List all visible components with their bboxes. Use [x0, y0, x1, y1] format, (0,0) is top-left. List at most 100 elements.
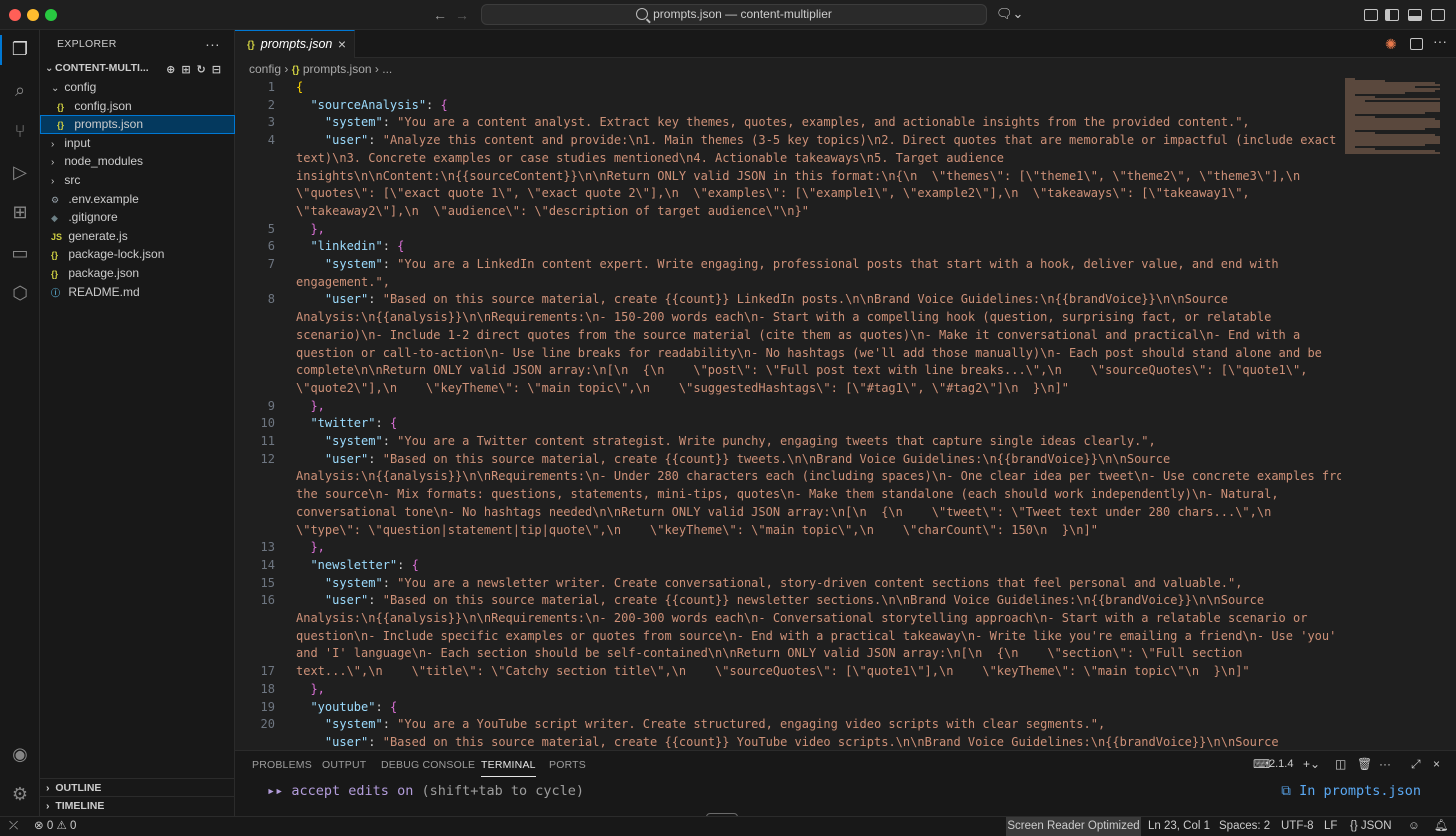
folder-item[interactable]: › input	[40, 134, 235, 153]
breadcrumb-folder[interactable]: config	[249, 62, 281, 76]
code-line[interactable]: insights\n\nContent:\n{{sourceContent}}\…	[296, 168, 1341, 186]
code-line[interactable]: the source\n- Mix formats: questions, st…	[296, 486, 1341, 504]
remote-icon[interactable]: ▭	[8, 241, 32, 265]
toggle-panel-icon[interactable]	[1408, 9, 1422, 21]
maximize-window-button[interactable]	[45, 9, 57, 21]
command-center-search[interactable]: prompts.json — content-multiplier	[481, 4, 987, 25]
code-line[interactable]: conversational tone\n- No hashtags neede…	[296, 504, 1341, 522]
panel-tab-output[interactable]: OUTPUT	[322, 759, 366, 771]
new-terminal-icon[interactable]: +⌄	[1303, 757, 1320, 771]
source-control-icon[interactable]: ⑂	[8, 119, 32, 143]
tab-prompts-json[interactable]: {} prompts.json ×	[235, 30, 355, 58]
screen-reader-status[interactable]: Screen Reader Optimized	[1006, 817, 1141, 836]
project-folder[interactable]: ⌄ CONTENT-MULTI... ⊕⊞↻⊟	[40, 59, 235, 78]
cursor-position[interactable]: Ln 23, Col 1	[1148, 817, 1210, 836]
code-line[interactable]: text)\n3. Concrete examples or case stud…	[296, 150, 1341, 168]
timeline-section[interactable]: › TIMELINE	[40, 796, 235, 814]
panel-tab-debug-console[interactable]: DEBUG CONSOLE	[381, 759, 475, 771]
code-line[interactable]: Analysis:\n{{analysis}}\n\nRequirements:…	[296, 468, 1341, 486]
extensions-icon[interactable]: ⊞	[8, 200, 32, 224]
indentation[interactable]: Spaces: 2	[1219, 817, 1270, 836]
code-line[interactable]: engagement.",	[296, 274, 1341, 292]
folder-item[interactable]: › src	[40, 171, 235, 190]
code-line[interactable]: Analysis:\n{{analysis}}\n\nRequirements:…	[296, 309, 1341, 327]
file-item[interactable]: {} package-lock.json	[40, 245, 235, 264]
split-terminal-icon[interactable]: ◫	[1335, 757, 1346, 771]
copilot-icon[interactable]: ☺	[1408, 817, 1420, 836]
settings-gear-icon[interactable]: ⚙	[8, 782, 32, 806]
file-item[interactable]: {} package.json	[40, 264, 235, 283]
more-actions-icon[interactable]: ···	[1379, 757, 1391, 771]
more-actions-icon[interactable]: ···	[205, 30, 220, 58]
file-item[interactable]: ⓘ README.md	[40, 283, 235, 302]
problems-indicator[interactable]: ⊗ 0 ⚠ 0	[34, 817, 76, 836]
run-debug-icon[interactable]: ▷	[8, 160, 32, 184]
end-of-line[interactable]: LF	[1324, 817, 1337, 836]
terminal-version[interactable]: 2.1.4	[1269, 758, 1293, 770]
code-line[interactable]: "system": "You are a newsletter writer. …	[296, 575, 1341, 593]
panel-tab-ports[interactable]: PORTS	[549, 759, 586, 771]
code-line[interactable]: "youtube": {	[296, 699, 1341, 717]
language-mode[interactable]: {} JSON	[1350, 817, 1392, 836]
containers-icon[interactable]: ⬡	[8, 281, 32, 305]
code-line[interactable]: "user": "Analyze this content and provid…	[296, 132, 1341, 150]
code-line[interactable]: "linkedin": {	[296, 238, 1341, 256]
file-item[interactable]: ⚙ .env.example	[40, 190, 235, 209]
code-line[interactable]: "user": "Based on this source material, …	[296, 734, 1341, 752]
code-line[interactable]: },	[296, 681, 1341, 699]
file-item[interactable]: ◆ .gitignore	[40, 208, 235, 227]
trash-icon[interactable]: 🗑︎	[1357, 757, 1372, 771]
code-line[interactable]: "system": "You are a Twitter content str…	[296, 433, 1341, 451]
code-line[interactable]: "sourceAnalysis": {	[296, 97, 1341, 115]
code-line[interactable]: "user": "Based on this source material, …	[296, 592, 1341, 610]
toggle-primary-sidebar-icon[interactable]	[1385, 9, 1399, 21]
outline-section[interactable]: › OUTLINE	[40, 778, 235, 796]
encoding[interactable]: UTF-8	[1281, 817, 1314, 836]
code-editor[interactable]: 1 {2 "sourceAnalysis": {3 "system": "You …	[235, 78, 1456, 750]
code-line[interactable]: question\n- Include specific examples or…	[296, 628, 1341, 646]
file-item[interactable]: {} prompts.json	[40, 115, 235, 134]
back-arrow-icon[interactable]: ←	[431, 6, 449, 24]
split-editor-icon[interactable]	[1410, 38, 1423, 50]
copilot-chat-icon[interactable]: 🗨︎⌄	[996, 6, 1023, 21]
breadcrumb-symbol[interactable]: ...	[382, 62, 392, 76]
explorer-actions[interactable]: ⊕⊞↻⊟	[166, 61, 227, 80]
minimap[interactable]	[1345, 78, 1443, 158]
code-line[interactable]: "user": "Based on this source material, …	[296, 451, 1341, 469]
remote-indicator-icon[interactable]: ⤫	[9, 817, 18, 836]
terminal-context-file[interactable]: ⧉ In prompts.json	[1281, 783, 1421, 799]
code-line[interactable]: "user": "Based on this source material, …	[296, 291, 1341, 309]
file-item[interactable]: {} config.json	[40, 97, 235, 116]
explorer-icon[interactable]: ❐	[8, 37, 32, 61]
customize-layout-icon[interactable]	[1364, 9, 1378, 21]
folder-item[interactable]: › node_modules	[40, 152, 235, 171]
code-line[interactable]: "newsletter": {	[296, 557, 1341, 575]
code-line[interactable]: "system": "You are a LinkedIn content ex…	[296, 256, 1341, 274]
terminal-output[interactable]: ▸▸ accept edits on (shift+tab to cycle)	[267, 783, 584, 799]
code-line[interactable]: complete\n\nReturn ONLY valid JSON array…	[296, 362, 1341, 380]
file-item[interactable]: JS generate.js	[40, 227, 235, 246]
code-line[interactable]: \"type\": \"question|statement|tip|quote…	[296, 522, 1341, 540]
code-line[interactable]: text...\",\n \"title\": \"Catchy section…	[296, 663, 1341, 681]
more-actions-icon[interactable]: ···	[1433, 33, 1447, 49]
toggle-secondary-sidebar-icon[interactable]	[1431, 9, 1445, 21]
notifications-bell-icon[interactable]: 🔔︎	[1434, 817, 1449, 836]
code-line[interactable]: },	[296, 539, 1341, 557]
code-line[interactable]: "twitter": {	[296, 415, 1341, 433]
code-line[interactable]: and 'I' language\n- Each section should …	[296, 645, 1341, 663]
code-line[interactable]: scenario)\n- Include 1-2 direct quotes f…	[296, 327, 1341, 345]
code-line[interactable]: \"takeaway2\"],\n \"audience\": \"descri…	[296, 203, 1341, 221]
code-line[interactable]: \"quote2\"],\n \"keyTheme\": \"main topi…	[296, 380, 1341, 398]
minimize-window-button[interactable]	[27, 9, 39, 21]
breadcrumb-file[interactable]: prompts.json	[303, 62, 372, 76]
code-line[interactable]: },	[296, 398, 1341, 416]
code-line[interactable]: question or call-to-action\n- Use line b…	[296, 345, 1341, 363]
claude-spark-icon[interactable]: ✺	[1385, 36, 1397, 53]
code-line[interactable]: \"quotes\": [\"exact quote 1\", \"exact …	[296, 185, 1341, 203]
close-icon[interactable]: ×	[338, 31, 346, 58]
folder-item[interactable]: ⌄ config	[40, 78, 235, 97]
code-line[interactable]: },	[296, 221, 1341, 239]
code-line[interactable]: "system": "You are a content analyst. Ex…	[296, 114, 1341, 132]
search-icon[interactable]: ⌕	[8, 78, 32, 102]
code-line[interactable]: "system": "You are a YouTube script writ…	[296, 716, 1341, 734]
